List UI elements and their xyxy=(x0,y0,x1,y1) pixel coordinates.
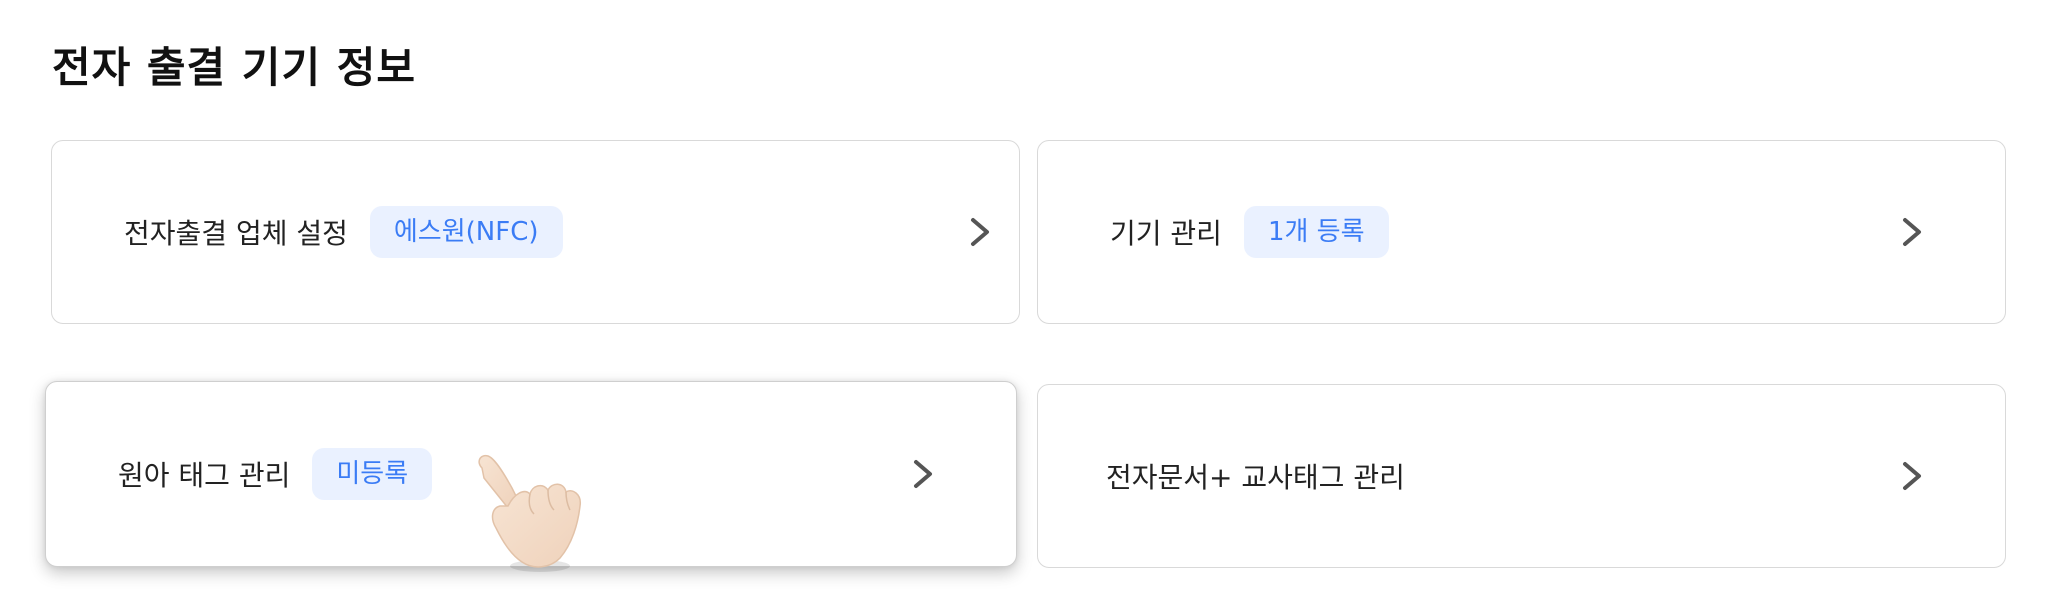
child-tag-status-badge: 미등록 xyxy=(312,448,433,500)
device-management-card[interactable]: 기기 관리 1개 등록 xyxy=(1037,140,2006,324)
chevron-right-icon xyxy=(971,218,989,246)
teacher-tag-management-label: 전자문서+ 교사태그 관리 xyxy=(1106,461,1405,494)
vendor-badge: 에스원(NFC) xyxy=(369,206,563,258)
vendor-settings-card[interactable]: 전자출결 업체 설정 에스원(NFC) xyxy=(51,140,1020,324)
chevron-right-icon xyxy=(914,460,932,488)
vendor-settings-label: 전자출결 업체 설정 xyxy=(124,217,348,250)
teacher-tag-management-card[interactable]: 전자문서+ 교사태그 관리 xyxy=(1037,384,2006,568)
child-tag-management-label: 원아 태그 관리 xyxy=(118,459,291,492)
hand-pointer-icon xyxy=(478,454,581,572)
section-title: 전자 출결 기기 정보 xyxy=(52,43,416,92)
chevron-right-icon xyxy=(1903,218,1921,246)
device-management-label: 기기 관리 xyxy=(1110,217,1222,250)
device-count-badge: 1개 등록 xyxy=(1243,206,1389,258)
chevron-right-icon xyxy=(1903,462,1921,490)
